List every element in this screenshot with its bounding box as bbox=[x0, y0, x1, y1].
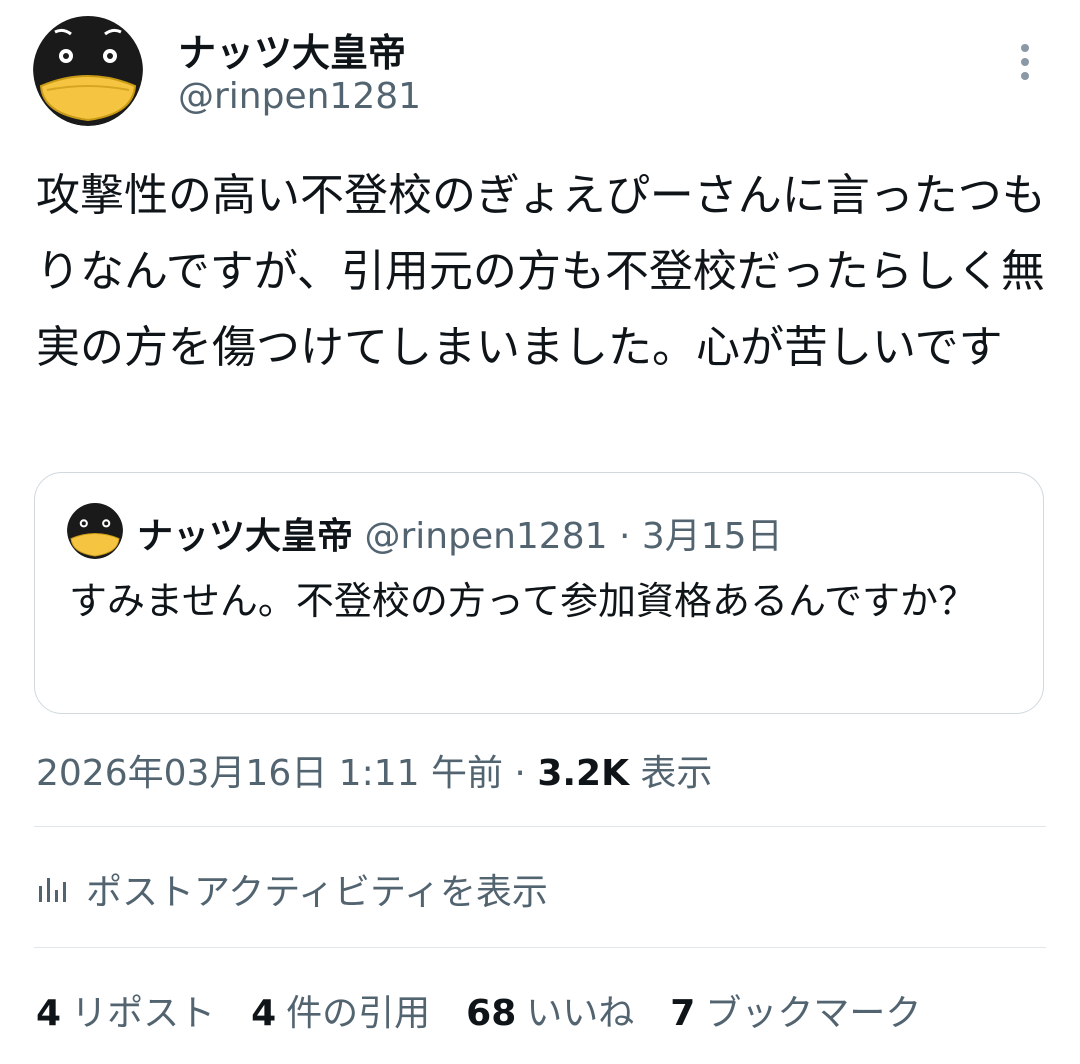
bookmarks-count: 7 bbox=[670, 993, 696, 1034]
avatar[interactable] bbox=[33, 16, 143, 126]
reposts-count: 4 bbox=[36, 993, 62, 1034]
post-activity-link[interactable]: ポストアクティビティを表示 bbox=[36, 864, 548, 914]
post-activity-label: ポストアクティビティを表示 bbox=[86, 872, 548, 913]
views-count: 3.2K bbox=[537, 753, 629, 794]
quoted-avatar bbox=[67, 503, 123, 559]
bookmarks-label: ブックマーク bbox=[705, 993, 922, 1034]
more-options-button[interactable] bbox=[1010, 42, 1040, 82]
quoted-author-name: ナッツ大皇帝 bbox=[137, 516, 354, 557]
analytics-icon bbox=[39, 878, 66, 902]
more-vertical-icon bbox=[1021, 44, 1029, 80]
reposts-stat[interactable]: 4 リポスト bbox=[36, 984, 215, 1036]
bookmarks-stat[interactable]: 7 ブックマーク bbox=[670, 984, 921, 1036]
tweet-text: 攻撃性の高い不登校のぎょえぴーさんに言ったつもりなんですが、引用元の方も不登校だ… bbox=[36, 170, 1046, 373]
quotes-label: 件の引用 bbox=[286, 993, 431, 1034]
quoted-header: ナッツ大皇帝 @rinpen1281 · 3月15日 bbox=[137, 507, 783, 559]
quoted-author-handle: @rinpen1281 bbox=[364, 516, 608, 557]
tweet-header: ナッツ大皇帝 @rinpen1281 bbox=[0, 0, 1080, 140]
quoted-date: 3月15日 bbox=[641, 516, 783, 557]
tweet-meta: 2026年03月16日 1:11 午前 · 3.2K 表示 bbox=[36, 744, 712, 796]
author-handle[interactable]: @rinpen1281 bbox=[178, 76, 421, 117]
divider bbox=[34, 826, 1046, 827]
engagement-stats: 4 リポスト 4 件の引用 68 いいね 7 ブックマーク bbox=[36, 984, 921, 1036]
likes-stat[interactable]: 68 いいね bbox=[466, 984, 634, 1036]
likes-label: いいね bbox=[526, 993, 635, 1034]
reposts-label: リポスト bbox=[71, 993, 216, 1034]
quoted-text: すみません。不登校の方って参加資格あるんですか？ bbox=[69, 579, 977, 623]
views-label: 表示 bbox=[628, 753, 713, 794]
meta-separator: · bbox=[502, 753, 538, 794]
quoted-tweet-card[interactable]: ナッツ大皇帝 @rinpen1281 · 3月15日 すみません。不登校の方って… bbox=[34, 472, 1044, 714]
timestamp[interactable]: 2026年03月16日 1:11 午前 bbox=[36, 753, 503, 794]
quotes-count: 4 bbox=[251, 993, 277, 1034]
quoted-separator: · bbox=[607, 516, 642, 557]
likes-count: 68 bbox=[466, 993, 517, 1034]
author-name[interactable]: ナッツ大皇帝 bbox=[178, 22, 406, 77]
penguin-avatar-icon bbox=[67, 503, 123, 559]
divider bbox=[34, 947, 1046, 948]
quotes-stat[interactable]: 4 件の引用 bbox=[251, 984, 430, 1036]
penguin-avatar-icon bbox=[33, 16, 143, 126]
